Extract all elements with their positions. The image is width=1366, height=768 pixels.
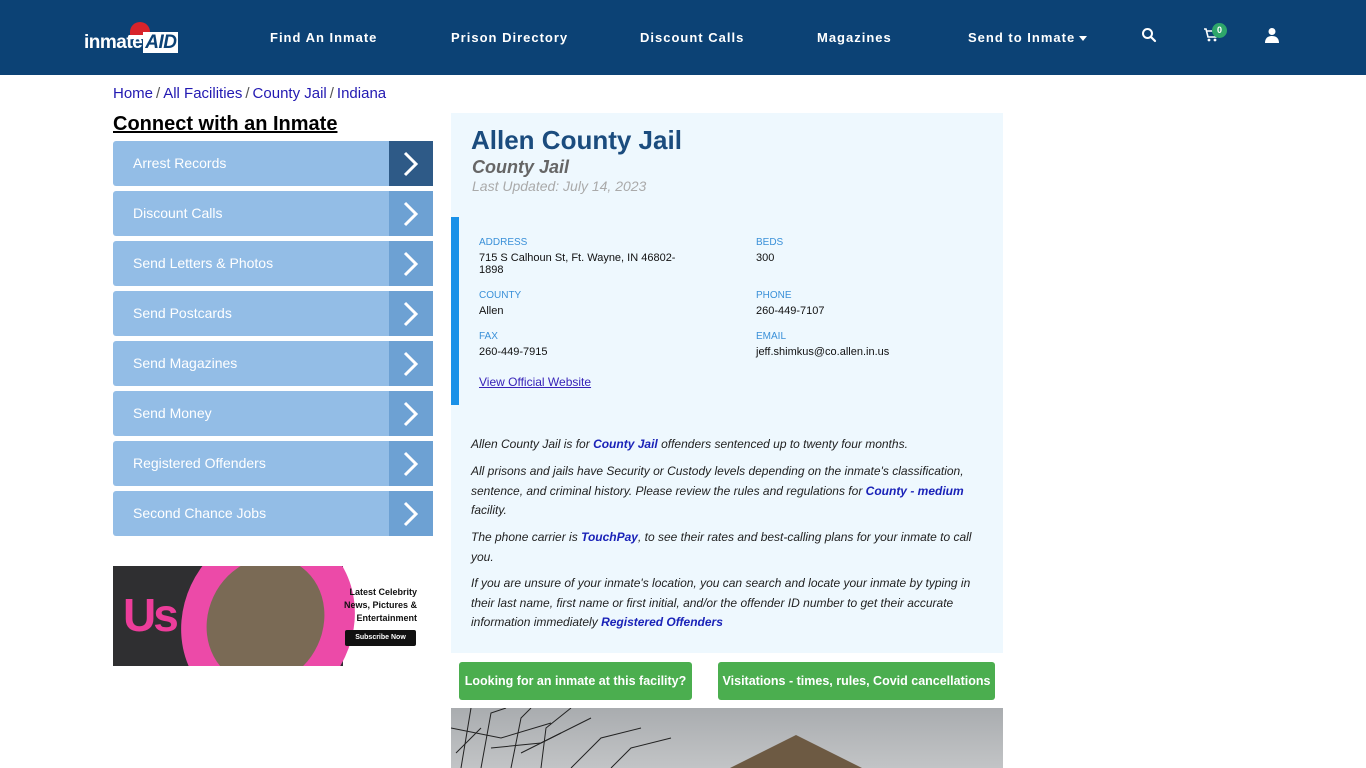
sidebar-item-registered-offenders[interactable]: Registered Offenders (113, 441, 433, 486)
sidebar-item-label: Arrest Records (133, 155, 227, 171)
visitations-button[interactable]: Visitations - times, rules, Covid cancel… (718, 662, 995, 700)
paragraph-text: facility. (471, 503, 507, 517)
phone-value[interactable]: 260-449-7107 (756, 305, 971, 317)
last-updated: Last Updated: July 14, 2023 (472, 178, 647, 194)
breadcrumb-separator: / (245, 85, 250, 102)
county-value: Allen (479, 305, 504, 317)
sidebar-item-label: Send Letters & Photos (133, 255, 274, 271)
breadcrumb-separator: / (329, 85, 334, 102)
ad-tagline: Latest Celebrity News, Pictures & Entert… (343, 587, 417, 623)
chevron-right-icon (389, 191, 433, 236)
beds-label: BEDS (756, 237, 784, 248)
phone-label: PHONE (756, 290, 792, 301)
chevron-right-icon (389, 141, 433, 186)
breadcrumb: Home / All Facilities / County Jail / Indiana (113, 85, 386, 102)
county-jail-link[interactable]: County Jail (593, 437, 658, 451)
official-website-link[interactable]: View Official Website (479, 375, 591, 389)
fax-label: FAX (479, 331, 498, 342)
chevron-right-icon (389, 341, 433, 386)
building-roof (716, 735, 876, 768)
sidebar-item-send-magazines[interactable]: Send Magazines (113, 341, 433, 386)
chevron-right-icon (389, 291, 433, 336)
facility-type: County Jail (472, 157, 570, 177)
sidebar-title[interactable]: Connect with an Inmate (113, 113, 337, 136)
chevron-right-icon (389, 491, 433, 536)
sidebar-item-label: Send Postcards (133, 305, 232, 321)
sidebar-item-label: Registered Offenders (133, 455, 266, 471)
county-label: COUNTY (479, 290, 522, 301)
nav-send-to-inmate[interactable]: Send to Inmate (968, 30, 1088, 45)
breadcrumb-all-facilities[interactable]: All Facilities (163, 85, 242, 102)
find-inmate-button[interactable]: Looking for an inmate at this facility? (459, 662, 692, 700)
info-accent-bar (451, 217, 459, 405)
registered-offenders-link[interactable]: Registered Offenders (601, 615, 723, 629)
sidebar-item-send-letters-photos[interactable]: Send Letters & Photos (113, 241, 433, 286)
logo-text: inmate AID (84, 32, 179, 53)
breadcrumb-county-jail[interactable]: County Jail (253, 85, 327, 102)
chevron-right-icon (389, 391, 433, 436)
fax-value: 260-449-7915 (479, 346, 548, 358)
address-value: 715 S Calhoun St, Ft. Wayne, IN 46802-18… (479, 252, 676, 276)
caret-down-icon (1079, 36, 1088, 42)
nav-magazines[interactable]: Magazines (817, 30, 892, 45)
search-icon[interactable] (1141, 27, 1159, 45)
sidebar-item-label: Send Money (133, 405, 212, 421)
sidebar-item-label: Send Magazines (133, 355, 238, 371)
facility-description-2: All prisons and jails have Security or C… (471, 462, 986, 521)
nav-find-inmate[interactable]: Find An Inmate (270, 30, 377, 45)
sidebar-item-label: Second Chance Jobs (133, 505, 267, 521)
paragraph-text: Allen County Jail is for (471, 437, 594, 451)
facility-name: Allen County Jail (471, 125, 682, 155)
sidebar-menu: Arrest Records Discount Calls Send Lette… (113, 141, 433, 541)
facility-description-1: Allen County Jail is for County Jail off… (471, 435, 986, 455)
nav-discount-calls[interactable]: Discount Calls (640, 30, 744, 45)
breadcrumb-home[interactable]: Home (113, 85, 153, 102)
chevron-right-icon (389, 241, 433, 286)
sidebar-item-send-money[interactable]: Send Money (113, 391, 433, 436)
us-weekly-ad-banner[interactable]: Us Latest Celebrity News, Pictures & Ent… (113, 566, 433, 666)
ad-subscribe-button[interactable]: Subscribe Now (345, 630, 416, 646)
facility-photo (451, 708, 1003, 768)
address-label: ADDRESS (479, 237, 528, 248)
security-level-link[interactable]: County - medium (866, 484, 964, 498)
top-navbar: inmate AID Find An Inmate Prison Director… (0, 0, 1366, 75)
chevron-right-icon (389, 441, 433, 486)
touchpay-link[interactable]: TouchPay (581, 530, 638, 544)
sidebar-item-second-chance-jobs[interactable]: Second Chance Jobs (113, 491, 433, 536)
email-value[interactable]: jeff.shimkus@co.allen.in.us (756, 346, 971, 358)
breadcrumb-indiana[interactable]: Indiana (337, 85, 386, 102)
paragraph-text: The phone carrier is (471, 530, 582, 544)
sidebar-item-send-postcards[interactable]: Send Postcards (113, 291, 433, 336)
site-logo[interactable]: inmate AID (84, 22, 179, 56)
sidebar-item-discount-calls[interactable]: Discount Calls (113, 191, 433, 236)
breadcrumb-separator: / (156, 85, 161, 102)
tree-branches (451, 708, 672, 768)
paragraph-text: offenders sentenced up to twenty four mo… (657, 437, 908, 451)
cart-count-badge: 0 (1212, 23, 1227, 38)
email-label: EMAIL (756, 331, 787, 342)
sidebar-item-label: Discount Calls (133, 205, 223, 221)
facility-description-4: If you are unsure of your inmate's locat… (471, 574, 986, 633)
sidebar-item-arrest-records[interactable]: Arrest Records (113, 141, 433, 186)
beds-value: 300 (756, 252, 775, 264)
user-icon[interactable] (1265, 27, 1283, 45)
nav-prison-directory[interactable]: Prison Directory (451, 30, 568, 45)
ad-brand-logo: Us (123, 589, 179, 641)
nav-send-to-inmate-label: Send to Inmate (968, 30, 1076, 45)
facility-description-3: The phone carrier is TouchPay, to see th… (471, 528, 986, 567)
